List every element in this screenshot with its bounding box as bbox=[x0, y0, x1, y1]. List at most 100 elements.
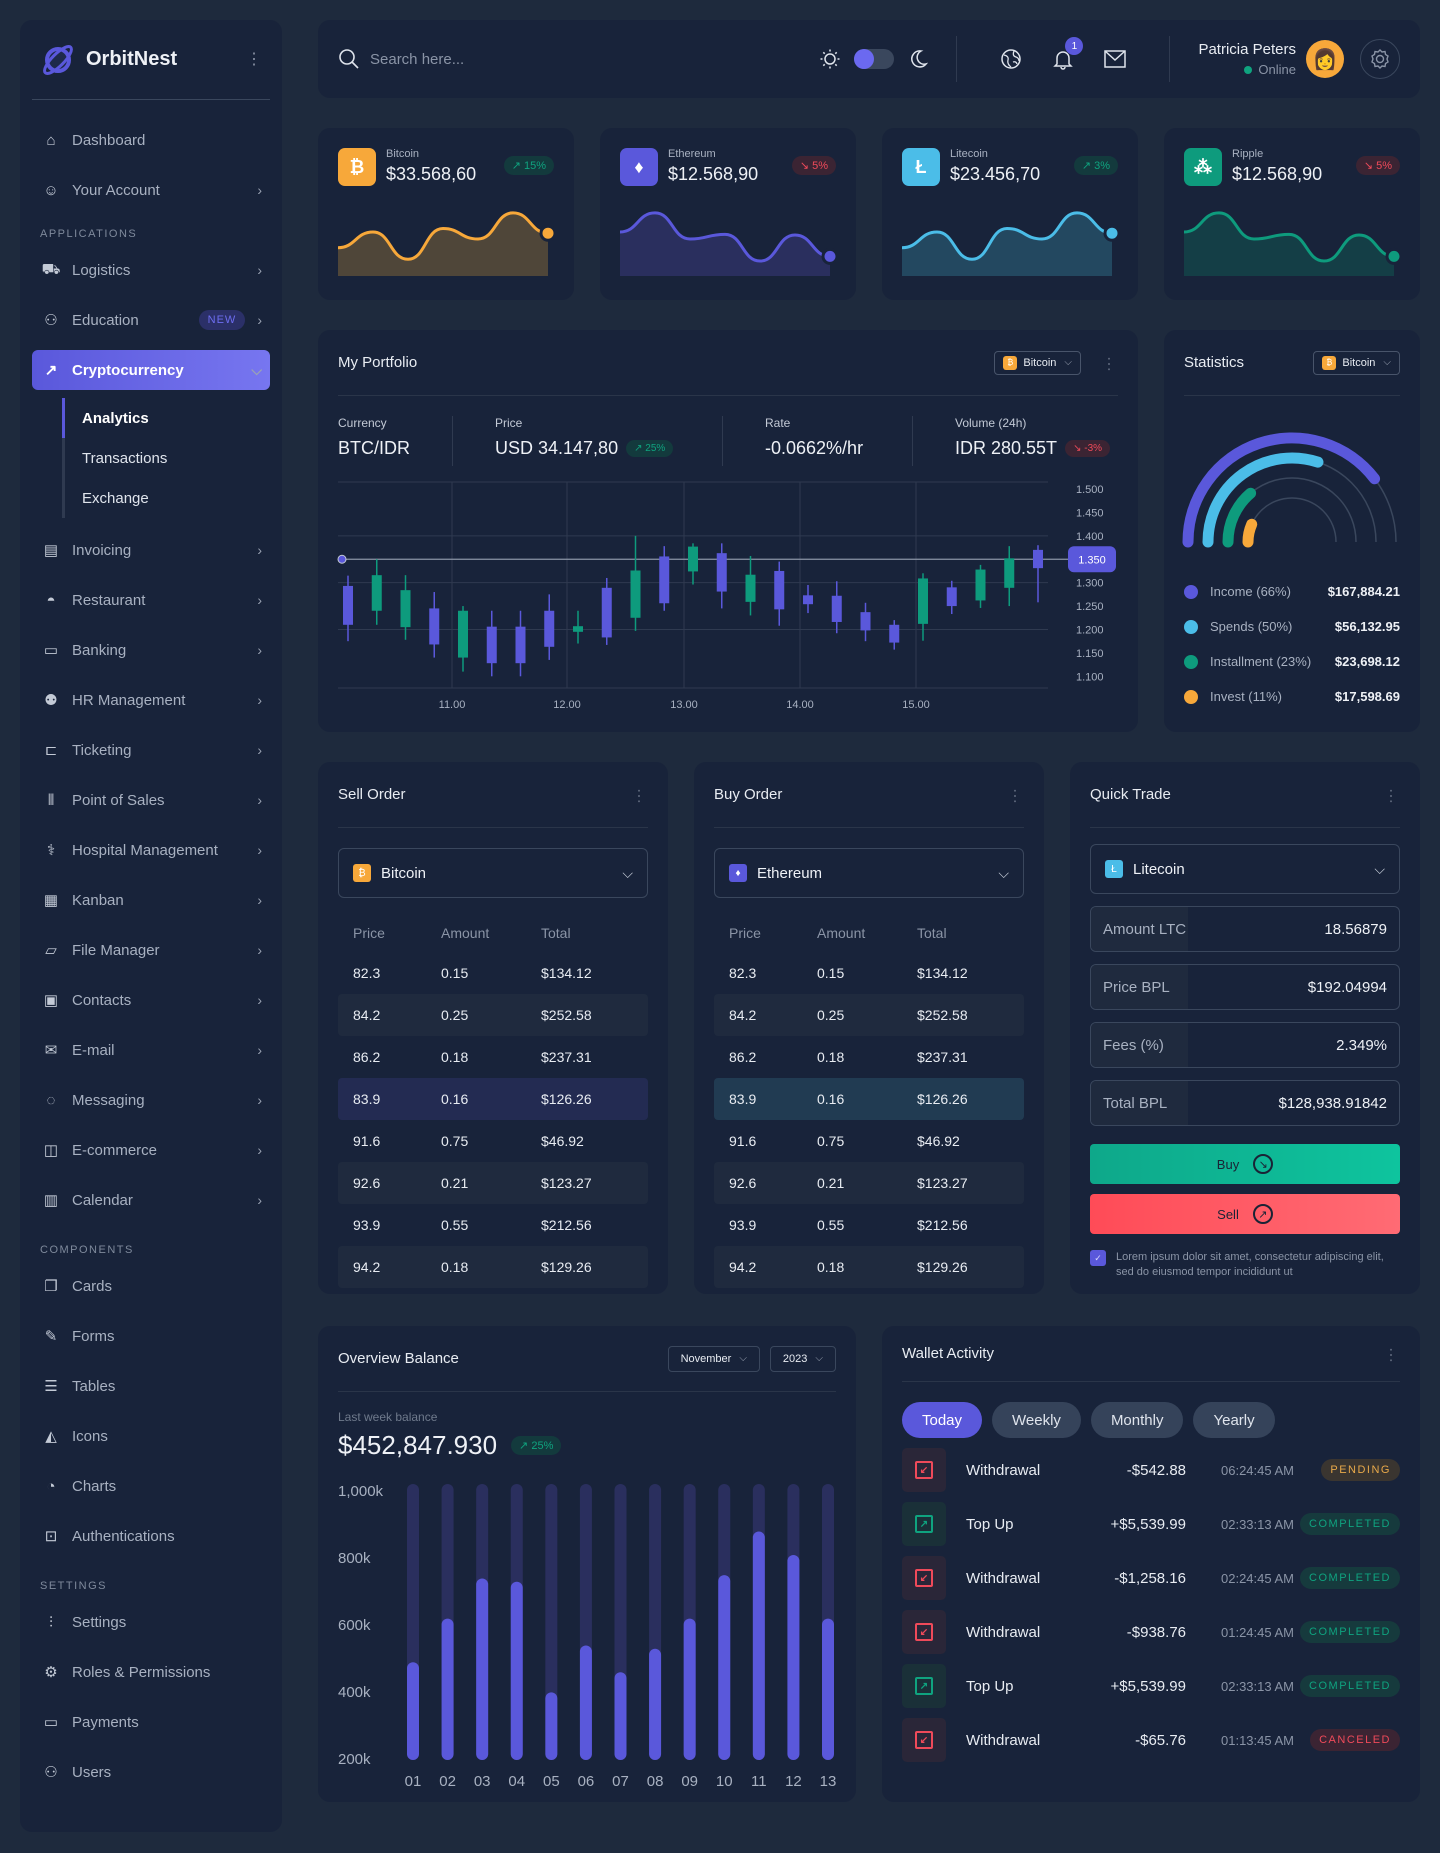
coin-card-litecoin[interactable]: Ł Litecoin $23.456,70 ↗ 3% bbox=[882, 128, 1138, 300]
table-row[interactable]: 83.9 0.16 $126.26 bbox=[338, 1078, 648, 1120]
settings-button[interactable] bbox=[1360, 39, 1400, 79]
table-row[interactable]: 84.2 0.25 $252.58 bbox=[714, 994, 1024, 1036]
list-item[interactable]: ↗ Top Up +$5,539.99 02:33:13 AM COMPLETED bbox=[902, 1664, 1400, 1708]
sidebar-item-e-mail[interactable]: ✉ E-mail › bbox=[32, 1030, 270, 1070]
list-item[interactable]: ↙ Withdrawal -$938.76 01:24:45 AM COMPLETED bbox=[902, 1610, 1400, 1654]
globe-button[interactable] bbox=[999, 47, 1023, 71]
coin-card-bitcoin[interactable]: ₿ Bitcoin $33.568,60 ↗ 15% bbox=[318, 128, 574, 300]
month-select[interactable]: November ⌵ bbox=[667, 1345, 760, 1372]
list-item[interactable]: ↗ Top Up +$5,539.99 02:33:13 AM COMPLETED bbox=[902, 1502, 1400, 1546]
coin-card-ethereum[interactable]: ♦ Ethereum $12.568,90 ↘ 5% bbox=[600, 128, 856, 300]
user-menu[interactable]: Patricia Peters Online 👩 bbox=[1198, 40, 1344, 78]
messages-button[interactable] bbox=[1103, 47, 1127, 71]
table-row[interactable]: 93.9 0.55 $212.56 bbox=[714, 1204, 1024, 1246]
coin-name: Ripple bbox=[1232, 148, 1264, 160]
more-icon[interactable]: ⋮ bbox=[246, 51, 262, 68]
sidebar-item-messaging[interactable]: ◌ Messaging › bbox=[32, 1080, 270, 1120]
col-amount: Amount bbox=[817, 925, 866, 941]
sidebar-item-invoicing[interactable]: ▤ Invoicing › bbox=[32, 530, 270, 570]
search-input[interactable] bbox=[370, 50, 670, 68]
agree-checkbox[interactable]: ✓ bbox=[1090, 1250, 1106, 1266]
sidebar-item-restaurant[interactable]: ◓ Restaurant › bbox=[32, 580, 270, 620]
more-icon[interactable]: ⋯ bbox=[1099, 356, 1118, 370]
sidebar-item-point-of-sales[interactable]: ⦀ Point of Sales › bbox=[32, 780, 270, 820]
sidebar-item-forms[interactable]: ✎ Forms bbox=[32, 1316, 270, 1356]
buy-button[interactable]: Buy ↘ bbox=[1090, 1144, 1400, 1184]
sidebar-item-calendar[interactable]: ▥ Calendar › bbox=[32, 1180, 270, 1220]
price-cell: 93.9 bbox=[729, 1217, 757, 1233]
table-row[interactable]: 94.2 0.18 $129.26 bbox=[338, 1246, 648, 1288]
sidebar-item-banking[interactable]: ▭ Banking › bbox=[32, 630, 270, 670]
list-item[interactable]: ↙ Withdrawal -$1,258.16 02:24:45 AM COMPLETE… bbox=[902, 1556, 1400, 1600]
statistics-coin-select[interactable]: ₿ Bitcoin ⌵ bbox=[1313, 350, 1400, 375]
list-item[interactable]: ↙ Withdrawal -$542.88 06:24:45 AM PENDING bbox=[902, 1448, 1400, 1492]
sell-button[interactable]: Sell ↗ bbox=[1090, 1194, 1400, 1234]
table-row[interactable]: 93.9 0.55 $212.56 bbox=[338, 1204, 648, 1246]
list-item[interactable]: ↙ Withdrawal -$65.76 01:13:45 AM CANCELED bbox=[902, 1718, 1400, 1762]
submenu-item-exchange[interactable]: Exchange bbox=[82, 478, 270, 518]
field-input[interactable] bbox=[1188, 1081, 1399, 1125]
more-icon[interactable]: ⋯ bbox=[629, 788, 648, 802]
table-row[interactable]: 86.2 0.18 $237.31 bbox=[338, 1036, 648, 1078]
x-tick-label: 02 bbox=[439, 1773, 456, 1790]
tab-weekly[interactable]: Weekly bbox=[992, 1402, 1081, 1438]
sidebar-item-cards[interactable]: ❐ Cards bbox=[32, 1266, 270, 1306]
table-row[interactable]: 86.2 0.18 $237.31 bbox=[714, 1036, 1024, 1078]
table-row[interactable]: 82.3 0.15 $134.12 bbox=[338, 952, 648, 994]
table-row[interactable]: 82.3 0.15 $134.12 bbox=[714, 952, 1024, 994]
sidebar-item-settings[interactable]: ⫶ Settings bbox=[32, 1602, 270, 1642]
trending-up-icon: ↗ bbox=[44, 362, 58, 379]
field-input[interactable] bbox=[1188, 965, 1399, 1009]
user-status: Online bbox=[1198, 62, 1296, 77]
tab-yearly[interactable]: Yearly bbox=[1193, 1402, 1275, 1438]
sidebar-item-kanban[interactable]: ▦ Kanban › bbox=[32, 880, 270, 920]
portfolio-coin-select[interactable]: ₿ Bitcoin ⌵ bbox=[994, 350, 1081, 375]
sidebar-item-payments[interactable]: ▭ Payments bbox=[32, 1702, 270, 1742]
sidebar-item-logistics[interactable]: ⛟ Logistics › bbox=[32, 250, 270, 290]
more-icon[interactable]: ⋯ bbox=[1381, 788, 1400, 802]
sell-coin-select[interactable]: ₿ Bitcoin ⌵ bbox=[338, 848, 648, 898]
avatar[interactable]: 👩 bbox=[1306, 40, 1344, 78]
sidebar-item-icons[interactable]: ◭ Icons bbox=[32, 1416, 270, 1456]
more-icon[interactable]: ⋯ bbox=[1381, 1347, 1400, 1361]
submenu-item-transactions[interactable]: Transactions bbox=[82, 438, 270, 478]
sidebar-item-education[interactable]: ⚇ Education NEW › bbox=[32, 300, 270, 340]
sidebar-item-charts[interactable]: ◔ Charts bbox=[32, 1466, 270, 1506]
table-row[interactable]: 91.6 0.75 $46.92 bbox=[338, 1120, 648, 1162]
table-row[interactable]: 83.9 0.16 $126.26 bbox=[714, 1078, 1024, 1120]
table-row[interactable]: 84.2 0.25 $252.58 bbox=[338, 994, 648, 1036]
sidebar-item-your-account[interactable]: ☺ Your Account › bbox=[32, 170, 270, 210]
submenu-item-analytics[interactable]: Analytics bbox=[62, 398, 270, 438]
sidebar-item-ticketing[interactable]: ⊏ Ticketing › bbox=[32, 730, 270, 770]
sidebar-item-file-manager[interactable]: ▱ File Manager › bbox=[32, 930, 270, 970]
buy-coin-select[interactable]: ♦ Ethereum ⌵ bbox=[714, 848, 1024, 898]
table-row[interactable]: 94.2 0.18 $129.26 bbox=[714, 1246, 1024, 1288]
sidebar-item-hospital-management[interactable]: ⚕ Hospital Management › bbox=[32, 830, 270, 870]
table-row[interactable]: 92.6 0.21 $123.27 bbox=[338, 1162, 648, 1204]
sidebar-item-dashboard[interactable]: ⌂ Dashboard bbox=[32, 120, 270, 160]
chevron-right-icon: › bbox=[257, 842, 262, 858]
field-input[interactable] bbox=[1188, 1023, 1399, 1067]
tab-monthly[interactable]: Monthly bbox=[1090, 1402, 1184, 1438]
sidebar-item-cryptocurrency[interactable]: ↗ Cryptocurrency ⌵ bbox=[32, 350, 270, 390]
notifications-button[interactable]: 1 bbox=[1051, 37, 1084, 71]
table-row[interactable]: 92.6 0.21 $123.27 bbox=[714, 1162, 1024, 1204]
table-row[interactable]: 91.6 0.75 $46.92 bbox=[714, 1120, 1024, 1162]
field-input[interactable] bbox=[1188, 907, 1399, 951]
portfolio-stat: Price USD 34.147,80 ↗ 25% bbox=[453, 416, 723, 466]
sidebar-item-hr-management[interactable]: ⚉ HR Management › bbox=[32, 680, 270, 720]
tab-today[interactable]: Today bbox=[902, 1402, 983, 1438]
theme-toggle[interactable] bbox=[854, 49, 895, 69]
coin-card-ripple[interactable]: ⁂ Ripple $12.568,90 ↘ 5% bbox=[1164, 128, 1420, 300]
sidebar-item-e-commerce[interactable]: ◫ E-commerce › bbox=[32, 1130, 270, 1170]
sun-icon[interactable] bbox=[820, 49, 840, 69]
more-icon[interactable]: ⋯ bbox=[1005, 788, 1024, 802]
sidebar-item-authentications[interactable]: ⊡ Authentications bbox=[32, 1516, 270, 1556]
sidebar-item-users[interactable]: ⚇ Users bbox=[32, 1752, 270, 1792]
sidebar-item-contacts[interactable]: ▣ Contacts › bbox=[32, 980, 270, 1020]
year-select[interactable]: 2023 ⌵ bbox=[769, 1345, 836, 1372]
sidebar-item-roles-permissions[interactable]: ⚙ Roles & Permissions bbox=[32, 1652, 270, 1692]
trade-coin-select[interactable]: Ł Litecoin ⌵ bbox=[1090, 844, 1400, 894]
moon-icon[interactable] bbox=[908, 49, 929, 69]
sidebar-item-tables[interactable]: ☰ Tables bbox=[32, 1366, 270, 1406]
